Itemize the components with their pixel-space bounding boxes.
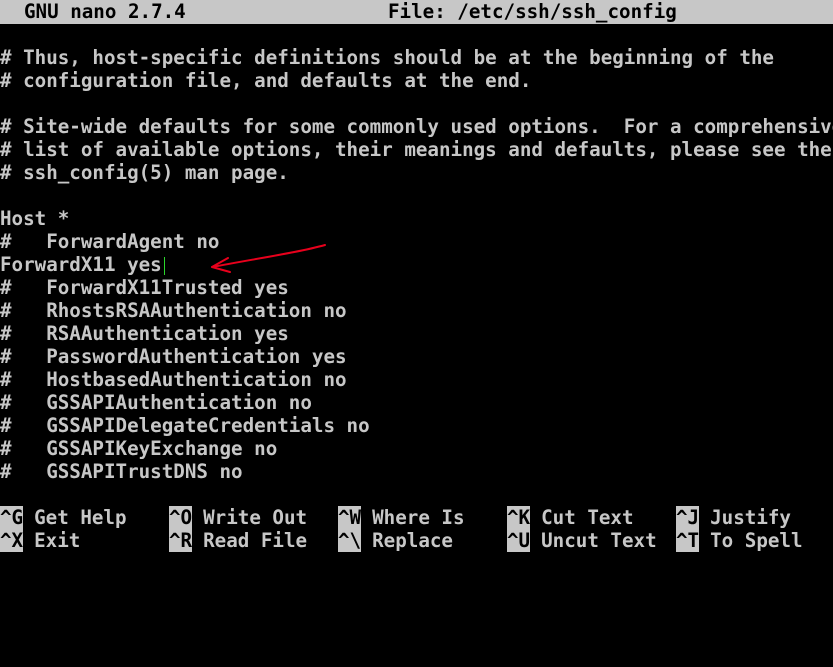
shortcut-bar-row-1: ^G Get Help ^O Write Out ^W Where Is ^K Cut …	[0, 506, 833, 529]
cut-text-shortcut[interactable]: ^K Cut Text	[507, 506, 634, 529]
editor-line[interactable]: # list of available options, their meani…	[0, 138, 833, 161]
editor-line[interactable]: # Site-wide defaults for some commonly u…	[0, 115, 833, 138]
title-bar: GNU nano 2.7.4 File: /etc/ssh/ssh_config	[0, 0, 833, 24]
editor-line-current[interactable]: ForwardX11 yes	[0, 253, 833, 276]
editor-line[interactable]: # PasswordAuthentication yes	[0, 345, 833, 368]
where-is-shortcut[interactable]: ^W Where Is	[338, 506, 465, 529]
text-cursor	[163, 256, 165, 275]
editor-line[interactable]: # ForwardAgent no	[0, 230, 833, 253]
file-name: File: /etc/ssh/ssh_config	[388, 0, 677, 23]
justify-shortcut[interactable]: ^J Justify	[676, 506, 791, 529]
editor-line[interactable]: # HostbasedAuthentication no	[0, 368, 833, 391]
to-spell-shortcut[interactable]: ^T To Spell	[676, 529, 803, 552]
editor-line[interactable]: # GSSAPIKeyExchange no	[0, 437, 833, 460]
replace-shortcut[interactable]: ^\ Replace	[338, 529, 453, 552]
editor-line[interactable]	[0, 92, 833, 115]
editor-line[interactable]: # RhostsRSAAuthentication no	[0, 299, 833, 322]
editor-line[interactable]: # GSSAPIDelegateCredentials no	[0, 414, 833, 437]
editor-line[interactable]: Host *	[0, 207, 833, 230]
editor-line[interactable]: # ForwardX11Trusted yes	[0, 276, 833, 299]
read-file-shortcut[interactable]: ^R Read File	[169, 529, 307, 552]
annotation-arrow-icon	[211, 244, 326, 273]
exit-shortcut[interactable]: ^X Exit	[0, 529, 80, 552]
editor-line[interactable]: # configuration file, and defaults at th…	[0, 69, 833, 92]
editor-line[interactable]: # GSSAPITrustDNS no	[0, 460, 833, 483]
uncut-text-shortcut[interactable]: ^U Uncut Text	[507, 529, 657, 552]
editor-line[interactable]: # GSSAPIAuthentication no	[0, 391, 833, 414]
get-help-shortcut[interactable]: ^G Get Help	[0, 506, 127, 529]
app-name: GNU nano 2.7.4	[24, 0, 186, 23]
editor-line[interactable]	[0, 23, 833, 46]
editor-line[interactable]	[0, 184, 833, 207]
editor-line[interactable]: # ssh_config(5) man page.	[0, 161, 833, 184]
editor-line[interactable]: # RSAAuthentication yes	[0, 322, 833, 345]
current-line-text[interactable]: ForwardX11 yes	[0, 253, 162, 276]
write-out-shortcut[interactable]: ^O Write Out	[169, 506, 307, 529]
editor-line[interactable]: # Thus, host-specific definitions should…	[0, 46, 833, 69]
shortcut-bar-row-2: ^X Exit ^R Read File ^\ Replace ^U Uncut Tex…	[0, 529, 833, 552]
